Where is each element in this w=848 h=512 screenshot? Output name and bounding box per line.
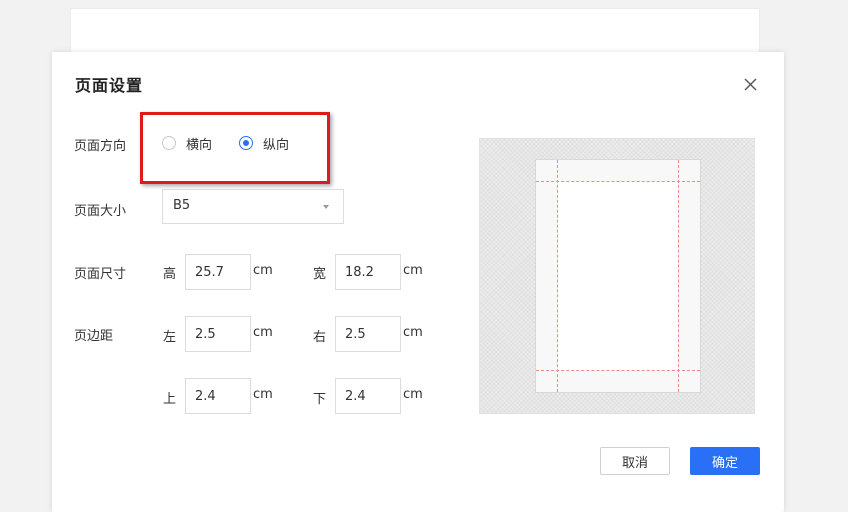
page-preview: [479, 138, 755, 414]
dialog-title: 页面设置: [75, 76, 144, 95]
margin-left-input[interactable]: [185, 316, 251, 352]
chevron-down-icon: [323, 205, 329, 209]
width-unit: cm: [403, 263, 423, 278]
preview-margin-guide-right: [678, 160, 679, 392]
preview-margin-guide-top: [536, 181, 700, 182]
page-setup-dialog: 页面设置 页面方向 横向 纵向 页面大小 B5 页面尺寸 高 cm 宽 cm 页…: [52, 52, 784, 512]
preview-content-area: [558, 182, 678, 370]
margin-left-unit: cm: [253, 325, 273, 340]
preview-margin-guide-left: [557, 160, 558, 392]
height-label: 高: [163, 267, 177, 282]
close-icon[interactable]: [740, 74, 762, 96]
landscape-radio-label: 横向: [186, 137, 213, 153]
portrait-radio-label: 纵向: [263, 137, 290, 153]
cancel-button[interactable]: 取消: [600, 447, 670, 475]
preview-paper: [535, 159, 701, 393]
portrait-radio-circle: [239, 136, 253, 150]
orientation-label: 页面方向: [74, 139, 127, 154]
margin-right-label: 右: [313, 330, 327, 345]
page-dimensions-label: 页面尺寸: [74, 267, 127, 282]
margin-left-label: 左: [163, 330, 177, 345]
margin-bottom-label: 下: [313, 392, 327, 407]
orientation-radio-group: 横向 纵向: [162, 132, 342, 154]
orientation-landscape-radio[interactable]: 横向: [162, 132, 212, 154]
height-input[interactable]: [185, 254, 251, 290]
preview-margin-guide-bottom: [536, 370, 700, 371]
orientation-portrait-radio[interactable]: 纵向: [239, 132, 289, 154]
margin-right-input[interactable]: [335, 316, 401, 352]
page-size-label: 页面大小: [74, 204, 127, 219]
height-unit: cm: [253, 263, 273, 278]
width-input[interactable]: [335, 254, 401, 290]
margin-bottom-input[interactable]: [335, 378, 401, 414]
page-size-value: B5: [173, 198, 191, 213]
margin-top-input[interactable]: [185, 378, 251, 414]
width-label: 宽: [313, 267, 327, 282]
margin-top-label: 上: [163, 392, 177, 407]
margin-top-unit: cm: [253, 387, 273, 402]
margins-label: 页边距: [74, 329, 114, 344]
landscape-radio-circle: [162, 136, 176, 150]
page-size-select[interactable]: B5: [162, 189, 344, 224]
confirm-button[interactable]: 确定: [690, 447, 760, 475]
margin-bottom-unit: cm: [403, 387, 423, 402]
margin-right-unit: cm: [403, 325, 423, 340]
